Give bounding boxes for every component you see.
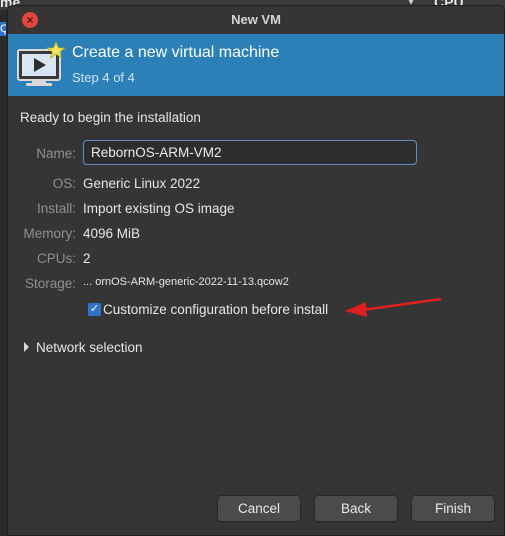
cancel-button[interactable]: Cancel — [217, 495, 301, 522]
background-selected-row: Q — [0, 22, 6, 36]
title-bar: × New VM — [8, 6, 504, 34]
os-label: OS: — [52, 176, 76, 191]
customize-checkbox-label[interactable]: Customize configuration before install — [103, 302, 328, 317]
storage-value: ... ornOS-ARM-generic-2022-11-13.qcow2 — [83, 276, 289, 288]
customize-checkbox[interactable]: ✓ — [88, 303, 101, 316]
os-value: Generic Linux 2022 — [83, 176, 201, 191]
new-vm-dialog: × New VM Create a new virtual machine St… — [7, 5, 505, 536]
banner-step: Step 4 of 4 — [72, 70, 135, 85]
name-label: Name: — [36, 146, 76, 161]
virtual-machine-icon — [17, 42, 66, 86]
window-title: New VM — [231, 12, 281, 27]
wizard-banner: Create a new virtual machine Step 4 of 4 — [8, 34, 504, 96]
install-label: Install: — [36, 201, 76, 216]
memory-label: Memory: — [23, 226, 76, 241]
expander-arrow-icon[interactable] — [24, 342, 29, 352]
cpus-value: 2 — [83, 251, 91, 266]
vm-name-input[interactable] — [83, 140, 417, 165]
back-button[interactable]: Back — [314, 495, 398, 522]
cpus-label: CPUs: — [36, 251, 76, 266]
summary-heading: Ready to begin the installation — [20, 110, 201, 125]
install-value: Import existing OS image — [83, 201, 235, 216]
network-selection-label[interactable]: Network selection — [36, 340, 143, 355]
memory-value: 4096 MiB — [83, 226, 141, 241]
storage-label: Storage: — [24, 276, 76, 291]
finish-button[interactable]: Finish — [411, 495, 495, 522]
banner-title: Create a new virtual machine — [72, 44, 280, 61]
